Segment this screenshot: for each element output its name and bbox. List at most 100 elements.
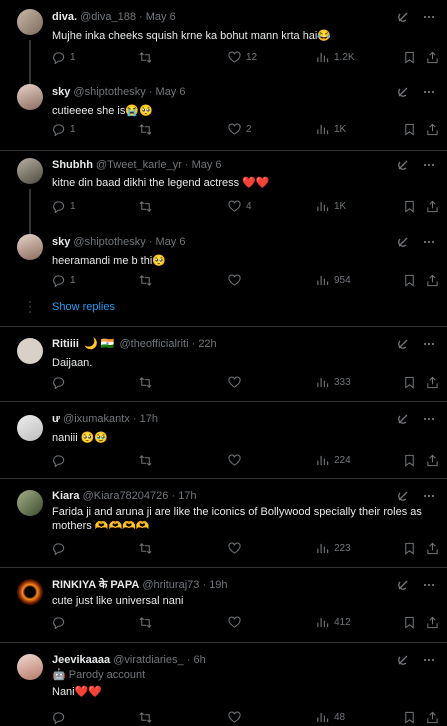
like-button[interactable] [228, 542, 246, 555]
like-button[interactable] [228, 274, 246, 287]
retweet-button[interactable] [139, 274, 157, 287]
bookmark-button[interactable] [403, 376, 416, 389]
avatar[interactable] [17, 9, 43, 35]
like-button[interactable] [228, 376, 246, 389]
more-icon[interactable] [422, 489, 436, 503]
grok-icon[interactable] [396, 158, 410, 172]
post-time[interactable]: 19h [209, 579, 227, 591]
reply-button[interactable]: 1 [52, 123, 76, 136]
post-time[interactable]: May 6 [146, 11, 176, 23]
author-name[interactable]: sky [52, 86, 70, 98]
author-handle[interactable]: @hrituraj73 [142, 579, 199, 591]
avatar[interactable] [17, 158, 43, 184]
post-time[interactable]: May 6 [156, 236, 186, 248]
avatar[interactable] [17, 654, 43, 680]
views-button[interactable]: 333 [316, 376, 351, 389]
author-handle[interactable]: @shiptothesky [73, 236, 145, 248]
retweet-button[interactable] [139, 616, 157, 629]
bookmark-button[interactable] [403, 200, 416, 213]
retweet-button[interactable] [139, 200, 157, 213]
retweet-button[interactable] [139, 51, 157, 64]
reply-button[interactable] [52, 616, 70, 629]
author-name[interactable]: ư [52, 413, 60, 425]
more-icon[interactable] [422, 412, 436, 426]
share-button[interactable] [426, 274, 439, 287]
share-button[interactable] [426, 51, 439, 64]
share-button[interactable] [426, 123, 439, 136]
show-replies-row[interactable]: Show replies [0, 295, 447, 327]
grok-icon[interactable] [396, 578, 410, 592]
grok-icon[interactable] [396, 235, 410, 249]
views-button[interactable]: 1K [316, 200, 346, 213]
author-handle[interactable]: @ixumakantx [63, 413, 130, 425]
share-button[interactable] [426, 376, 439, 389]
views-button[interactable]: 954 [316, 274, 351, 287]
reply-button[interactable] [52, 711, 70, 724]
more-icon[interactable] [422, 578, 436, 592]
retweet-button[interactable] [139, 123, 157, 136]
reply-button[interactable] [52, 454, 70, 467]
avatar[interactable] [17, 234, 43, 260]
reply-button[interactable] [52, 376, 70, 389]
post-time[interactable]: May 6 [192, 159, 222, 171]
reply-post[interactable]: sky @shiptothesky · May 6 heeramandi me … [0, 225, 447, 295]
author-handle[interactable]: @Tweet_karle_yr [96, 159, 182, 171]
grok-icon[interactable] [396, 412, 410, 426]
reply-post[interactable]: Ritiiii 🌙 🇮🇳 @theofficialriti · 22h Daij… [0, 327, 447, 402]
show-replies-link[interactable]: Show replies [52, 301, 115, 313]
author-name[interactable]: diva. [52, 11, 77, 23]
retweet-button[interactable] [139, 542, 157, 555]
bookmark-button[interactable] [403, 51, 416, 64]
avatar[interactable] [17, 415, 43, 441]
retweet-button[interactable] [139, 376, 157, 389]
bookmark-button[interactable] [403, 274, 416, 287]
author-handle[interactable]: @theofficialriti [119, 338, 188, 350]
views-button[interactable]: 224 [316, 454, 351, 467]
bookmark-button[interactable] [403, 123, 416, 136]
like-button[interactable]: 4 [228, 200, 252, 213]
post-time[interactable]: 6h [193, 654, 205, 666]
views-button[interactable]: 223 [316, 542, 351, 555]
retweet-button[interactable] [139, 711, 157, 724]
author-handle[interactable]: @viratdiaries_ [113, 654, 183, 666]
views-button[interactable]: 1K [316, 123, 346, 136]
views-button[interactable]: 1.2K [316, 51, 355, 64]
reply-post[interactable]: Jeevikaaaa @viratdiaries_ · 6h 🤖 Parody … [0, 643, 447, 726]
share-button[interactable] [426, 454, 439, 467]
reply-post[interactable]: ư @ixumakantx · 17h naniii 🥺🥹 224 [0, 402, 447, 479]
avatar[interactable] [17, 490, 43, 516]
author-name[interactable]: Shubhh [52, 159, 93, 171]
more-icon[interactable] [422, 10, 436, 24]
bookmark-button[interactable] [403, 454, 416, 467]
reply-post[interactable]: Kiara @Kiara78204726 · 17h Farida ji and… [0, 479, 447, 568]
author-name[interactable]: Kiara [52, 490, 80, 502]
bookmark-button[interactable] [403, 711, 416, 724]
grok-icon[interactable] [396, 85, 410, 99]
more-icon[interactable] [422, 85, 436, 99]
grok-icon[interactable] [396, 10, 410, 24]
bookmark-button[interactable] [403, 616, 416, 629]
like-button[interactable]: 12 [228, 51, 257, 64]
author-handle[interactable]: @shiptothesky [73, 86, 145, 98]
more-icon[interactable] [422, 653, 436, 667]
author-name[interactable]: Ritiiii [52, 338, 79, 350]
avatar[interactable] [17, 579, 43, 605]
reply-post[interactable]: RINKIYA के PAPA @hrituraj73 · 19h cute j… [0, 568, 447, 643]
views-button[interactable]: 412 [316, 616, 351, 629]
like-button[interactable]: 2 [228, 123, 252, 136]
retweet-button[interactable] [139, 454, 157, 467]
share-button[interactable] [426, 711, 439, 724]
reply-button[interactable]: 1 [52, 200, 76, 213]
author-name[interactable]: sky [52, 236, 70, 248]
post-time[interactable]: 17h [178, 490, 196, 502]
avatar[interactable] [17, 84, 43, 110]
reply-post[interactable]: Shubhh @Tweet_karle_yr · May 6 kitne din… [0, 151, 447, 225]
share-button[interactable] [426, 542, 439, 555]
reply-button[interactable]: 1 [52, 274, 76, 287]
grok-icon[interactable] [396, 653, 410, 667]
share-button[interactable] [426, 616, 439, 629]
post-time[interactable]: May 6 [156, 86, 186, 98]
author-name[interactable]: Jeevikaaaa [52, 654, 110, 666]
more-icon[interactable] [422, 235, 436, 249]
more-icon[interactable] [422, 337, 436, 351]
